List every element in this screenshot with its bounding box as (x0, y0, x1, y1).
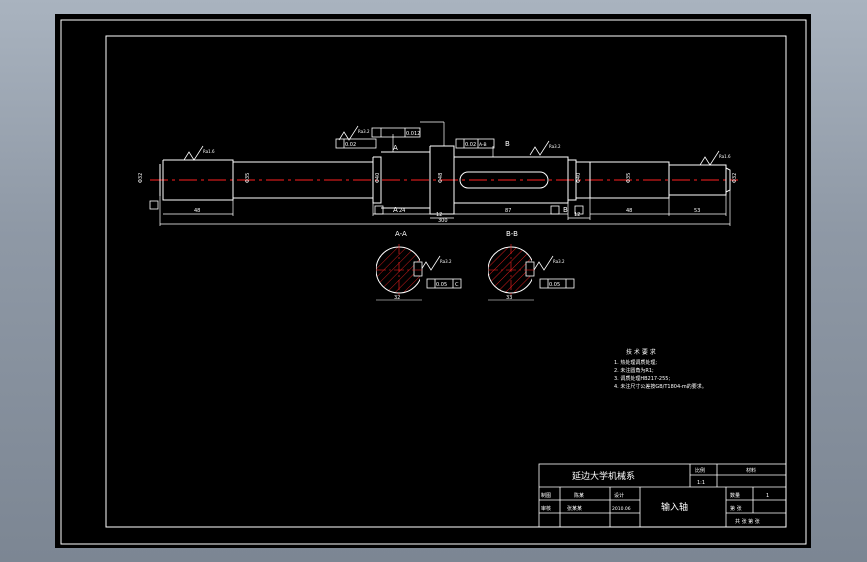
dim-l6: 48 (626, 208, 632, 214)
dim-d4: Φ48 (438, 173, 444, 183)
dim-d5: Φ40 (576, 173, 582, 183)
title-part-name: 输入轴 (661, 501, 688, 513)
dim-l5: 12 (574, 212, 580, 218)
section-bb (488, 244, 536, 301)
dim-d2: Φ35 (245, 173, 251, 183)
title-ratio-value: 1:1 (697, 480, 705, 486)
title-review-label: 审核 (541, 505, 551, 512)
datum-letter-a-bottom: A (393, 206, 398, 214)
title-qty-value: 1 (766, 493, 769, 499)
tolerance-datum-aa: C (455, 282, 459, 288)
tolerance-value-aa: 0.05 (436, 282, 447, 288)
outer-frame (60, 19, 807, 545)
notes-title: 技 术 要 求 (626, 348, 656, 356)
diameter-labels: Φ32 Φ35 Φ40 Φ48 Φ40 Φ35 Φ32 (138, 173, 738, 183)
title-sheet-label: 第 张 (730, 505, 742, 512)
dim-l2: 24 (399, 208, 405, 214)
roughness-label-end: Ra1.6 (719, 154, 731, 159)
section-bb-title: B-B (506, 230, 518, 238)
dim-d3: Φ40 (375, 173, 381, 183)
notes-item-4: 4. 未注尺寸公差按GB/T1804-m的要求。 (614, 383, 707, 390)
title-qty-label: 数量 (730, 492, 740, 499)
roughness-label-mid: Ra3.2 (358, 129, 370, 134)
section-aa-title: A-A (395, 230, 407, 238)
dim-d1: Φ32 (138, 173, 144, 183)
tolerance-datum-ref: A-B (479, 142, 487, 148)
engineering-drawing: Ra1.6 Ra3.2 Ra3.2 Ra1.6 Ra3.2 Ra3.2 0.01… (60, 19, 807, 545)
title-date: 2010.06 (612, 506, 631, 512)
section-aa (376, 244, 424, 301)
notes-item-3: 3. 调质处理HB217-255; (614, 375, 670, 382)
title-material-label: 材料 (746, 467, 756, 474)
title-drawn-label: 制图 (541, 492, 551, 499)
title-ratio-label: 比例 (695, 467, 705, 474)
title-drawn-name: 陈某 (574, 492, 584, 499)
dim-l4: 87 (505, 208, 511, 214)
tolerance-value-top-left: 0.012 (406, 131, 420, 137)
roughness-label-right: Ra3.2 (549, 144, 561, 149)
section-bb-width: 33 (506, 295, 512, 301)
title-sheet-info: 共 张 第 张 (735, 518, 760, 525)
datum-letter-a: A (393, 144, 398, 152)
datum-letter-b: B (505, 140, 510, 148)
tolerance-value-right: 0.02 (465, 142, 476, 148)
dim-l1: 48 (194, 208, 200, 214)
roughness-label-left: Ra1.6 (203, 149, 215, 154)
tolerance-value-bb: 0.05 (549, 282, 560, 288)
tolerance-value-left: 0.02 (345, 142, 356, 148)
dim-total: 300 (438, 218, 448, 224)
datum-letter-b-bottom: B (563, 206, 568, 214)
section-aa-width: 32 (394, 295, 400, 301)
dim-d7: Φ32 (732, 173, 738, 183)
title-design-label: 设计 (614, 492, 624, 499)
dim-d6: Φ35 (626, 173, 632, 183)
notes-item-2: 2. 未注圆角为R1; (614, 367, 654, 374)
dim-l7: 53 (694, 208, 700, 214)
title-school: 延边大学机械系 (572, 470, 635, 482)
title-design-name: 张某某 (567, 505, 582, 512)
length-labels: 48 24 12 87 12 48 53 300 (194, 208, 700, 224)
roughness-label-bb: Ra3.2 (553, 259, 565, 264)
roughness-label-aa: Ra3.2 (440, 259, 452, 264)
notes-item-1: 1. 热处理调质处理; (614, 359, 657, 366)
